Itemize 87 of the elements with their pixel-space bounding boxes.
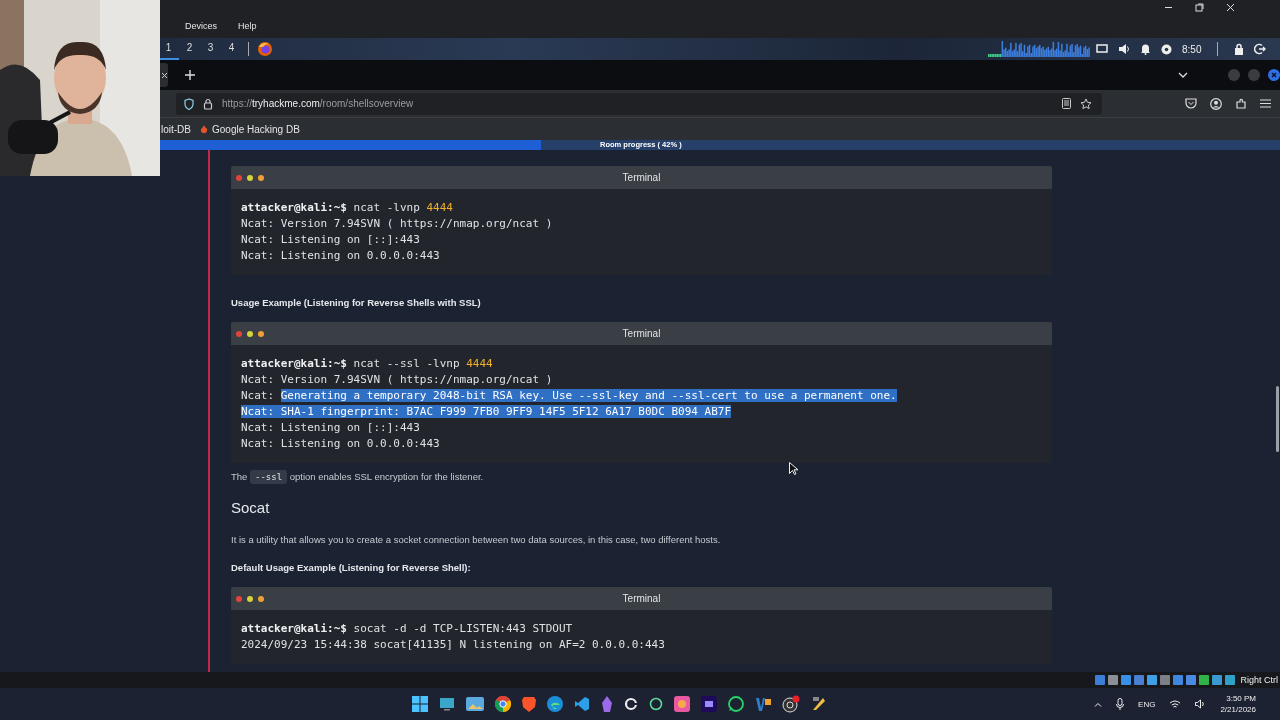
- terminal-line: 2024/09/23 15:44:38 socat[41135] N listening on AF=2 0.0.0.0:443: [241, 637, 665, 653]
- close-icon[interactable]: [1226, 3, 1235, 12]
- terminal-line: Ncat: Version 7.94SVN ( https://nmap.org/ncat ): [241, 216, 553, 232]
- address-bar[interactable]: https://tryhackme.com/room/shellsoverview: [176, 92, 1102, 115]
- cursor-icon: [789, 462, 798, 475]
- terminal-line: Ncat: Listening on 0.0.0.0:443: [241, 436, 440, 452]
- terminal-line: attacker@kali:~$ ncat --ssl -lvnp 4444: [241, 356, 493, 372]
- bookmark[interactable]: Google Hacking DB: [200, 123, 300, 135]
- terminal-title: Terminal: [621, 328, 662, 339]
- terminal-line: Ncat: Listening on 0.0.0.0:443: [241, 248, 440, 264]
- terminal-line: attacker@kali:~$ socat -d -d TCP-LISTEN:443 STDOUT: [241, 621, 573, 637]
- caret-icon[interactable]: [1094, 701, 1103, 707]
- flame-icon: [200, 124, 208, 134]
- host-key-label: Right Ctrl: [1240, 675, 1278, 685]
- vm-status-icon[interactable]: [1173, 675, 1184, 685]
- terminal-title: Terminal: [621, 593, 662, 604]
- windows-logo-icon[interactable]: [412, 696, 428, 712]
- vm-status-icon[interactable]: [1160, 675, 1171, 685]
- section-subheading: Usage Example (Listening for Reverse Shells with SSL): [231, 296, 482, 310]
- bell-icon[interactable]: [1140, 43, 1151, 55]
- window-dots-icon: [236, 330, 264, 337]
- window-dots-icon: [236, 595, 264, 602]
- browser-icon[interactable]: [547, 696, 563, 712]
- workspace-tab[interactable]: 4: [221, 38, 242, 60]
- chevron-icon[interactable]: [1178, 72, 1188, 78]
- menu-item[interactable]: Devices: [185, 21, 217, 31]
- terminal-title: Terminal: [621, 172, 662, 183]
- vm-status-icon[interactable]: [1212, 675, 1223, 685]
- circle-icon[interactable]: [1161, 43, 1172, 55]
- app-icon[interactable]: [701, 696, 717, 712]
- terminal-line: Ncat: Version 7.94SVN ( https://nmap.org/ncat ): [241, 372, 553, 388]
- terminal-line: Ncat: Listening on [::]:443: [241, 420, 420, 436]
- browser-icon[interactable]: [495, 696, 511, 712]
- shield-icon[interactable]: [184, 97, 194, 110]
- vm-status-icon[interactable]: [1095, 675, 1106, 685]
- terminal-line: Ncat: Generating a temporary 2048-bit RSA key. Use --ssl-key and --ssl-cert to use a permanent one.: [241, 388, 897, 404]
- browser-tab[interactable]: [160, 63, 168, 87]
- terminal-line: Ncat: Listening on [::]:443: [241, 232, 420, 248]
- hook-icon[interactable]: [624, 697, 638, 711]
- vm-status-icon[interactable]: [1199, 675, 1210, 685]
- clock: 8:50: [1182, 43, 1202, 55]
- vm-status-icon[interactable]: [1134, 675, 1145, 685]
- pocket-icon[interactable]: [1185, 98, 1197, 109]
- vm-status-icon[interactable]: [1108, 675, 1119, 685]
- speaker-icon[interactable]: [1195, 699, 1207, 709]
- chat-icon[interactable]: [728, 696, 744, 712]
- language-indicator[interactable]: ENG: [1138, 699, 1156, 709]
- taskbar-date[interactable]: 2/21/2026: [1220, 704, 1256, 715]
- vm-status-icon[interactable]: [1186, 675, 1197, 685]
- screen-icon[interactable]: [1096, 44, 1108, 54]
- shield-icon[interactable]: [522, 696, 536, 712]
- vm-status-icon[interactable]: [1225, 675, 1236, 685]
- ring-icon[interactable]: [649, 697, 663, 711]
- app-icon[interactable]: [755, 696, 771, 712]
- paragraph: It is a utility that allows you to create a socket connection between two data sources, in this case, two different hosts.: [231, 533, 722, 547]
- lock-icon: [203, 97, 213, 110]
- lock-icon[interactable]: [1234, 43, 1245, 55]
- restore-icon[interactable]: [1195, 3, 1204, 12]
- microphone-icon[interactable]: [1116, 698, 1125, 710]
- section-heading: Socat: [231, 498, 271, 518]
- window-dots-icon: [236, 174, 264, 181]
- taskbar-time[interactable]: 3:50 PM: [1226, 693, 1256, 704]
- section-subheading: Default Usage Example (Listening for Reverse Shell):: [231, 561, 472, 575]
- scrollbar-thumb[interactable]: [1276, 386, 1279, 452]
- workspace-tab[interactable]: 2: [179, 38, 200, 60]
- reader-view-icon[interactable]: [1062, 98, 1071, 109]
- vm-status-icon[interactable]: [1147, 675, 1158, 685]
- workspace-tab[interactable]: 3: [200, 38, 221, 60]
- monitor-icon[interactable]: [439, 696, 455, 712]
- speaker-icon[interactable]: [1118, 43, 1130, 55]
- extensions-icon[interactable]: [1235, 97, 1247, 110]
- wifi-icon[interactable]: [1169, 699, 1182, 709]
- new-tab-icon[interactable]: [185, 70, 195, 80]
- bookmark[interactable]: loit-DB: [161, 123, 191, 135]
- account-icon[interactable]: [1210, 97, 1222, 110]
- star-icon[interactable]: [1080, 97, 1092, 110]
- crystal-icon[interactable]: [601, 696, 613, 712]
- app-icon[interactable]: [811, 696, 827, 712]
- close-icon[interactable]: [160, 71, 168, 79]
- vm-status-icon[interactable]: [1121, 675, 1132, 685]
- menu-item[interactable]: Help: [238, 21, 257, 31]
- menu-icon[interactable]: [1260, 99, 1271, 108]
- terminal-line: attacker@kali:~$ ncat -lvnp 4444: [241, 200, 453, 216]
- code-editor-icon[interactable]: [574, 696, 590, 712]
- logout-icon[interactable]: [1254, 43, 1267, 55]
- record-icon[interactable]: [782, 695, 800, 713]
- paragraph: The --ssl option enables SSL encryption for the listener.: [231, 469, 485, 485]
